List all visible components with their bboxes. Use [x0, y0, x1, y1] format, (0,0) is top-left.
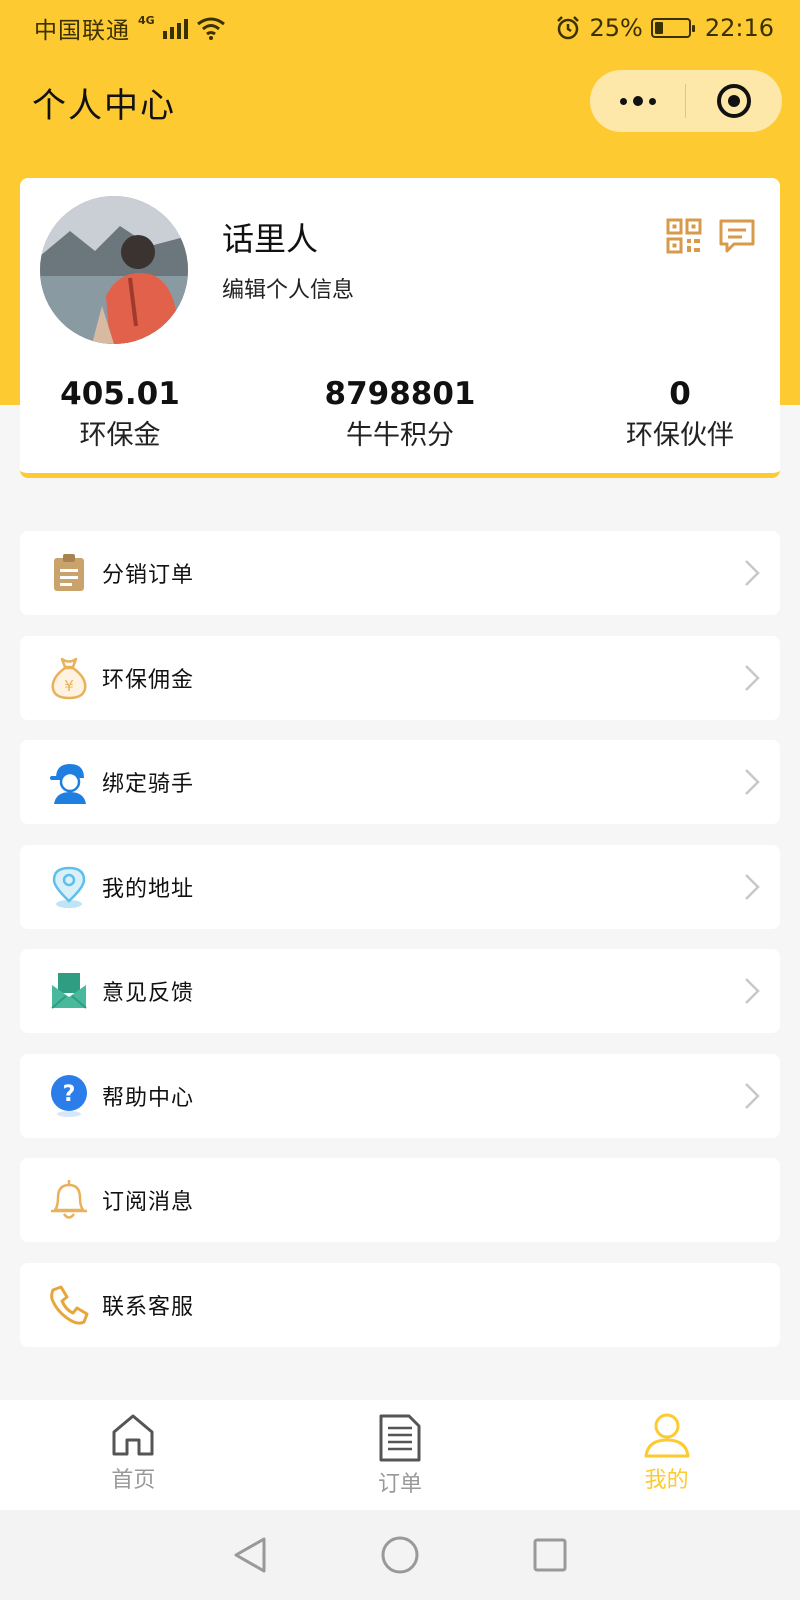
bell-icon: [46, 1177, 92, 1223]
profile-card: 话里人 编辑个人信息 405.01 环保金 8798801 牛牛积分 0 环保伙…: [20, 178, 780, 478]
menu-item-label: 我的地址: [102, 877, 195, 902]
message-icon[interactable]: [718, 218, 756, 254]
signal-icon: [162, 17, 188, 39]
network-type: 4G: [138, 13, 155, 27]
menu-item-distribution-orders[interactable]: 分销订单: [20, 531, 780, 615]
chevron-right-icon: [745, 978, 760, 1004]
tab-label: 首页: [111, 1468, 156, 1493]
back-icon[interactable]: [232, 1535, 268, 1575]
menu-item-my-address[interactable]: 我的地址: [20, 845, 780, 929]
edit-profile-link[interactable]: 编辑个人信息: [222, 272, 354, 304]
tab-home[interactable]: 首页: [0, 1400, 267, 1510]
money-bag-icon: ¥: [46, 655, 92, 701]
feedback-envelope-icon: [46, 968, 92, 1014]
menu-item-eco-commission[interactable]: ¥ 环保佣金: [20, 636, 780, 720]
clipboard-icon: [46, 550, 92, 596]
stat-label: 牛牛积分: [346, 420, 454, 451]
menu-item-label: 分销订单: [102, 563, 195, 588]
carrier-name: 中国联通: [34, 18, 130, 44]
user-icon: [644, 1413, 690, 1458]
username: 话里人: [222, 220, 319, 258]
tab-bar: 首页 订单 我的: [0, 1400, 800, 1510]
svg-text:?: ?: [63, 1082, 76, 1107]
menu-item-bind-rider[interactable]: 绑定骑手: [20, 740, 780, 824]
stat-eco-money[interactable]: 405.01 环保金: [20, 374, 220, 456]
stat-value: 0: [669, 376, 691, 412]
battery-level: [654, 22, 663, 34]
location-pin-icon: [46, 864, 92, 910]
recent-apps-icon[interactable]: [532, 1537, 568, 1573]
help-icon: ?: [46, 1073, 92, 1119]
tab-label: 我的: [644, 1468, 689, 1493]
stat-value: 8798801: [324, 376, 476, 412]
menu-item-help-center[interactable]: ? 帮助中心: [20, 1054, 780, 1138]
document-icon: [379, 1414, 421, 1462]
chevron-right-icon: [745, 665, 760, 691]
menu-item-label: 订阅消息: [102, 1190, 195, 1215]
menu-item-feedback[interactable]: 意见反馈: [20, 949, 780, 1033]
status-bar: 中国联通 4G 25% 22:16: [0, 0, 800, 56]
battery-icon: [650, 18, 695, 38]
stat-value: 405.01: [60, 376, 180, 412]
qr-code-icon[interactable]: [666, 218, 702, 254]
system-nav-bar: [0, 1510, 800, 1600]
chevron-right-icon: [745, 874, 760, 900]
stat-points[interactable]: 8798801 牛牛积分: [300, 374, 500, 456]
rider-icon: [46, 759, 92, 805]
close-miniapp-icon[interactable]: [686, 70, 781, 132]
menu-item-label: 帮助中心: [102, 1086, 195, 1111]
menu-item-subscribe-messages[interactable]: 订阅消息: [20, 1158, 780, 1242]
home-icon: [112, 1414, 154, 1456]
menu-item-label: 联系客服: [102, 1295, 195, 1320]
menu-item-label: 环保佣金: [102, 668, 195, 693]
chevron-right-icon: [745, 769, 760, 795]
stat-partners[interactable]: 0 环保伙伴: [580, 374, 780, 456]
battery-percent: 25%: [589, 14, 643, 42]
home-circle-icon[interactable]: [380, 1535, 420, 1575]
alarm-icon: [557, 16, 580, 40]
more-options-icon[interactable]: [590, 70, 685, 132]
menu-item-contact-support[interactable]: 联系客服: [20, 1263, 780, 1347]
menu-item-label: 意见反馈: [102, 981, 195, 1006]
profile-stats: 405.01 环保金 8798801 牛牛积分 0 环保伙伴: [20, 374, 780, 464]
chevron-right-icon: [745, 1083, 760, 1109]
phone-icon: [46, 1282, 92, 1328]
svg-text:¥: ¥: [64, 677, 74, 695]
tab-orders[interactable]: 订单: [267, 1400, 534, 1510]
stat-label: 环保伙伴: [626, 420, 734, 451]
stat-label: 环保金: [79, 420, 161, 451]
wifi-icon: [196, 17, 225, 40]
page-title: 个人中心: [32, 86, 176, 126]
clock: 22:16: [704, 14, 774, 42]
avatar[interactable]: [40, 196, 188, 344]
tab-label: 订单: [378, 1472, 423, 1497]
tab-mine[interactable]: 我的: [533, 1400, 800, 1510]
chevron-right-icon: [745, 560, 760, 586]
menu-item-label: 绑定骑手: [102, 772, 195, 797]
miniapp-capsule: [590, 70, 782, 132]
